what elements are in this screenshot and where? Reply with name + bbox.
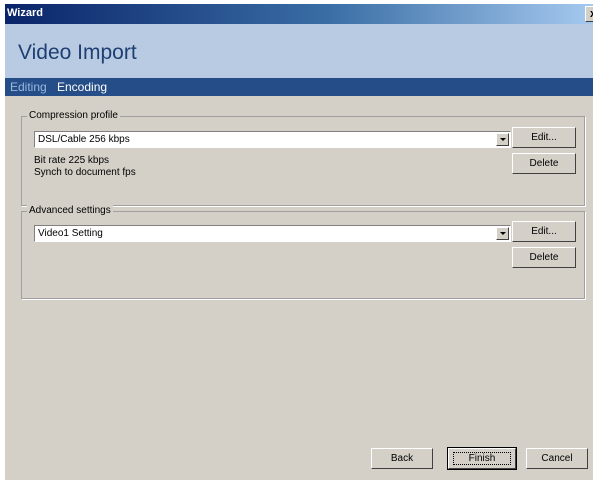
chevron-down-icon[interactable] <box>496 133 509 146</box>
wizard-window: Wizard x Video Import Editing Encoding C… <box>5 4 593 480</box>
back-button[interactable]: Back <box>371 448 433 469</box>
advanced-settings-value: Video1 Setting <box>38 228 103 239</box>
compression-delete-button[interactable]: Delete <box>512 153 576 174</box>
title-bar: Wizard x <box>5 4 593 24</box>
finish-button[interactable]: Finish <box>447 447 517 470</box>
compression-profile-legend: Compression profile <box>27 110 120 121</box>
page-title: Video Import <box>18 41 137 64</box>
cancel-button[interactable]: Cancel <box>526 448 588 469</box>
compression-profile-value: DSL/Cable 256 kbps <box>38 134 130 145</box>
advanced-settings-group: Advanced settings Video1 Setting Edit...… <box>21 205 585 299</box>
tab-editing[interactable]: Editing <box>10 80 47 94</box>
tabs-bar: Editing Encoding <box>5 78 593 96</box>
advanced-settings-select[interactable]: Video1 Setting <box>34 225 511 242</box>
compression-profile-select[interactable]: DSL/Cable 256 kbps <box>34 131 511 148</box>
compression-profile-group: Compression profile DSL/Cable 256 kbps B… <box>21 110 585 206</box>
tab-encoding[interactable]: Encoding <box>57 80 107 94</box>
close-icon[interactable]: x <box>585 6 593 22</box>
advanced-settings-legend: Advanced settings <box>27 205 113 216</box>
synch-fps-text: Synch to document fps <box>34 167 136 178</box>
compression-edit-button[interactable]: Edit... <box>512 127 576 148</box>
chevron-down-icon[interactable] <box>496 227 509 240</box>
advanced-edit-button[interactable]: Edit... <box>512 221 576 242</box>
focus-ring <box>453 452 511 465</box>
bit-rate-text: Bit rate 225 kbps <box>34 155 110 166</box>
advanced-delete-button[interactable]: Delete <box>512 247 576 268</box>
window-title: Wizard <box>7 7 43 19</box>
header-band: Video Import <box>5 24 593 78</box>
